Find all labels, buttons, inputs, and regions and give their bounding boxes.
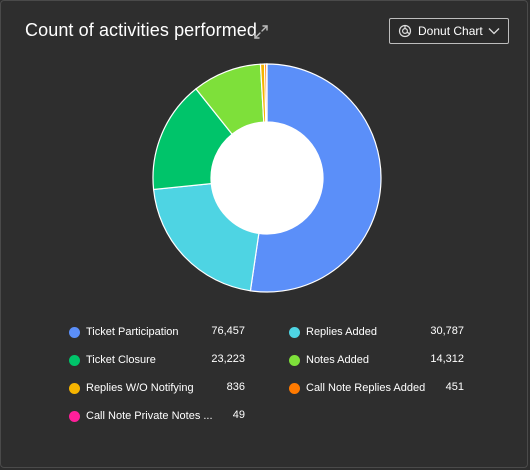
legend-value-call-note-replies-added: 451: [445, 381, 464, 393]
legend-label: Call Note Private Notes ...: [86, 410, 213, 422]
legend-label: Notes Added: [306, 354, 369, 366]
legend-label: Replies W/O Notifying: [86, 382, 194, 394]
legend-item-replies-w-o-notifying[interactable]: Replies W/O Notifying: [69, 379, 194, 397]
legend-label: Ticket Closure: [86, 354, 156, 366]
legend-label: Call Note Replies Added: [306, 382, 426, 394]
legend-value-replies-added: 30,787: [430, 325, 464, 337]
legend-value-call-note-private-notes: 49: [232, 409, 245, 421]
legend-swatch: [69, 326, 80, 338]
legend-swatch: [289, 382, 300, 394]
legend-item-call-note-private-notes[interactable]: Call Note Private Notes ...: [69, 407, 213, 425]
legend-item-call-note-replies-added[interactable]: Call Note Replies Added: [289, 379, 425, 397]
legend-item-ticket-participation[interactable]: Ticket Participation: [69, 323, 179, 341]
legend-item-replies-added[interactable]: Replies Added: [289, 323, 377, 341]
legend-swatch: [289, 354, 300, 366]
legend-value-ticket-closure: 23,223: [211, 353, 245, 365]
legend-swatch: [69, 382, 80, 394]
legend-swatch: [69, 410, 80, 422]
legend-swatch: [69, 354, 80, 366]
chart-card: Count of activities performed Donut Char…: [0, 0, 528, 468]
donut-chart: [152, 63, 382, 293]
legend-value-ticket-participation: 76,457: [211, 325, 245, 337]
legend-label: Ticket Participation: [86, 326, 179, 338]
legend-swatch: [289, 326, 300, 338]
legend-value-replies-w-o-notifying: 836: [226, 381, 245, 393]
legend-label: Replies Added: [306, 326, 377, 338]
legend-item-notes-added[interactable]: Notes Added: [289, 351, 369, 369]
legend-item-ticket-closure[interactable]: Ticket Closure: [69, 351, 156, 369]
legend-value-notes-added: 14,312: [430, 353, 464, 365]
donut-hole: [211, 122, 323, 234]
